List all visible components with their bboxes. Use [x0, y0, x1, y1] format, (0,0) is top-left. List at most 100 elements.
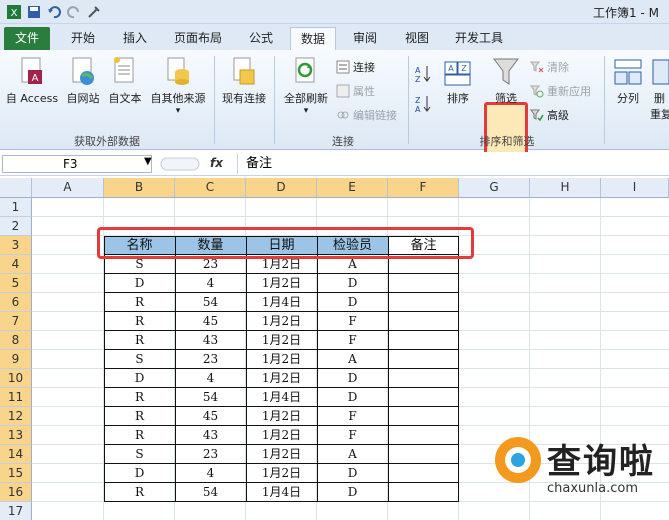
table-cell[interactable]: D [317, 388, 388, 407]
column-header-c[interactable]: C [175, 178, 246, 198]
table-cell[interactable]: 1月4日 [246, 483, 317, 502]
table-cell[interactable]: A [317, 445, 388, 464]
row-header[interactable]: 1 [0, 198, 32, 217]
from-access-button[interactable]: A 自 Access [2, 56, 62, 106]
table-cell[interactable]: 43 [175, 426, 246, 445]
table-cell[interactable]: D [317, 483, 388, 502]
table-cell[interactable]: 1月2日 [246, 312, 317, 331]
column-header-d[interactable]: D [246, 178, 317, 198]
row-header[interactable]: 2 [0, 217, 32, 236]
tab-developer[interactable]: 开发工具 [446, 27, 512, 50]
table-cell[interactable]: R [104, 293, 175, 312]
row-header[interactable]: 5 [0, 274, 32, 293]
row-header[interactable]: 16 [0, 483, 32, 502]
table-cell[interactable]: F [317, 331, 388, 350]
table-cell[interactable]: D [317, 274, 388, 293]
name-box[interactable]: F3 [2, 155, 152, 173]
chevron-down-icon[interactable]: ▼ [144, 156, 152, 167]
formula-bar-expand-icon[interactable] [160, 156, 200, 172]
reapply-button[interactable]: 重新应用 [530, 82, 591, 100]
table-cell[interactable]: 54 [175, 293, 246, 312]
table-cell[interactable]: F [317, 312, 388, 331]
table-cell[interactable]: 1月2日 [246, 445, 317, 464]
table-cell[interactable]: 43 [175, 331, 246, 350]
tab-review[interactable]: 审阅 [342, 27, 388, 50]
table-cell[interactable] [388, 407, 459, 426]
refresh-all-button[interactable]: 全部刷新 ▾ [280, 56, 332, 116]
from-text-button[interactable]: 自文本 [104, 56, 146, 106]
table-cell[interactable]: 1月2日 [246, 350, 317, 369]
table-cell[interactable]: 4 [175, 369, 246, 388]
undo-icon[interactable] [46, 4, 62, 20]
table-cell[interactable] [388, 293, 459, 312]
table-cell[interactable]: R [104, 312, 175, 331]
column-header-f[interactable]: F [388, 178, 459, 198]
table-cell[interactable]: R [104, 426, 175, 445]
tab-file[interactable]: 文件 [4, 27, 50, 50]
row-header[interactable]: 11 [0, 388, 32, 407]
column-header-g[interactable]: G [459, 178, 530, 198]
connections-button[interactable]: 连接 [336, 58, 375, 76]
table-cell[interactable]: F [317, 407, 388, 426]
tab-home[interactable]: 开始 [60, 27, 106, 50]
row-header[interactable]: 3 [0, 236, 32, 255]
table-cell[interactable]: D [317, 464, 388, 483]
table-cell[interactable]: 1月2日 [246, 331, 317, 350]
existing-connections-button[interactable]: 现有连接 [218, 56, 270, 106]
row-header[interactable]: 7 [0, 312, 32, 331]
sort-az-button[interactable]: AZ [412, 64, 434, 86]
filter-button[interactable]: 筛选 [487, 56, 525, 106]
from-other-sources-button[interactable]: 自其他来源 ▾ [146, 56, 210, 116]
row-header[interactable]: 10 [0, 369, 32, 388]
table-cell[interactable]: 54 [175, 483, 246, 502]
table-cell[interactable]: R [104, 388, 175, 407]
table-cell[interactable] [388, 464, 459, 483]
table-cell[interactable]: 1月2日 [246, 407, 317, 426]
clear-filter-button[interactable]: 清除 [530, 58, 569, 76]
table-cell[interactable]: 45 [175, 312, 246, 331]
from-web-button[interactable]: 自网站 [62, 56, 104, 106]
column-header-a[interactable]: A [32, 178, 104, 198]
table-cell[interactable] [388, 331, 459, 350]
table-cell[interactable]: 1月2日 [246, 274, 317, 293]
tab-formulas[interactable]: 公式 [238, 27, 284, 50]
insert-function-icon[interactable]: fx [210, 156, 223, 170]
table-cell[interactable]: 1月4日 [246, 388, 317, 407]
save-icon[interactable] [26, 4, 42, 20]
row-header[interactable]: 12 [0, 407, 32, 426]
table-cell[interactable]: F [317, 426, 388, 445]
advanced-filter-button[interactable]: 高级 [530, 106, 569, 124]
table-cell[interactable]: R [104, 483, 175, 502]
edit-links-button[interactable]: 编辑链接 [336, 106, 397, 124]
column-header-b[interactable]: B [104, 178, 175, 198]
tab-page-layout[interactable]: 页面布局 [164, 27, 232, 50]
tab-insert[interactable]: 插入 [112, 27, 158, 50]
text-to-columns-button[interactable]: 分列 [608, 56, 648, 106]
table-cell[interactable] [388, 426, 459, 445]
table-cell[interactable]: S [104, 350, 175, 369]
sort-za-button[interactable]: ZA [412, 94, 434, 116]
table-cell[interactable]: R [104, 331, 175, 350]
row-header[interactable]: 15 [0, 464, 32, 483]
table-cell[interactable] [388, 350, 459, 369]
row-header[interactable]: 14 [0, 445, 32, 464]
tools-icon[interactable] [86, 4, 102, 20]
table-cell[interactable] [388, 445, 459, 464]
table-cell[interactable]: 4 [175, 464, 246, 483]
tab-data[interactable]: 数据 [290, 27, 336, 50]
row-header[interactable]: 13 [0, 426, 32, 445]
remove-duplicates-button[interactable]: 删 重复 [650, 56, 669, 122]
table-cell[interactable]: 45 [175, 407, 246, 426]
row-header[interactable]: 9 [0, 350, 32, 369]
table-cell[interactable] [388, 369, 459, 388]
table-cell[interactable]: 1月4日 [246, 293, 317, 312]
table-cell[interactable]: 4 [175, 274, 246, 293]
table-cell[interactable]: 1月2日 [246, 369, 317, 388]
table-cell[interactable]: 23 [175, 445, 246, 464]
tab-view[interactable]: 视图 [394, 27, 440, 50]
table-cell[interactable] [388, 312, 459, 331]
table-cell[interactable]: 23 [175, 350, 246, 369]
table-cell[interactable] [388, 274, 459, 293]
column-header-h[interactable]: H [530, 178, 601, 198]
row-header[interactable]: 8 [0, 331, 32, 350]
